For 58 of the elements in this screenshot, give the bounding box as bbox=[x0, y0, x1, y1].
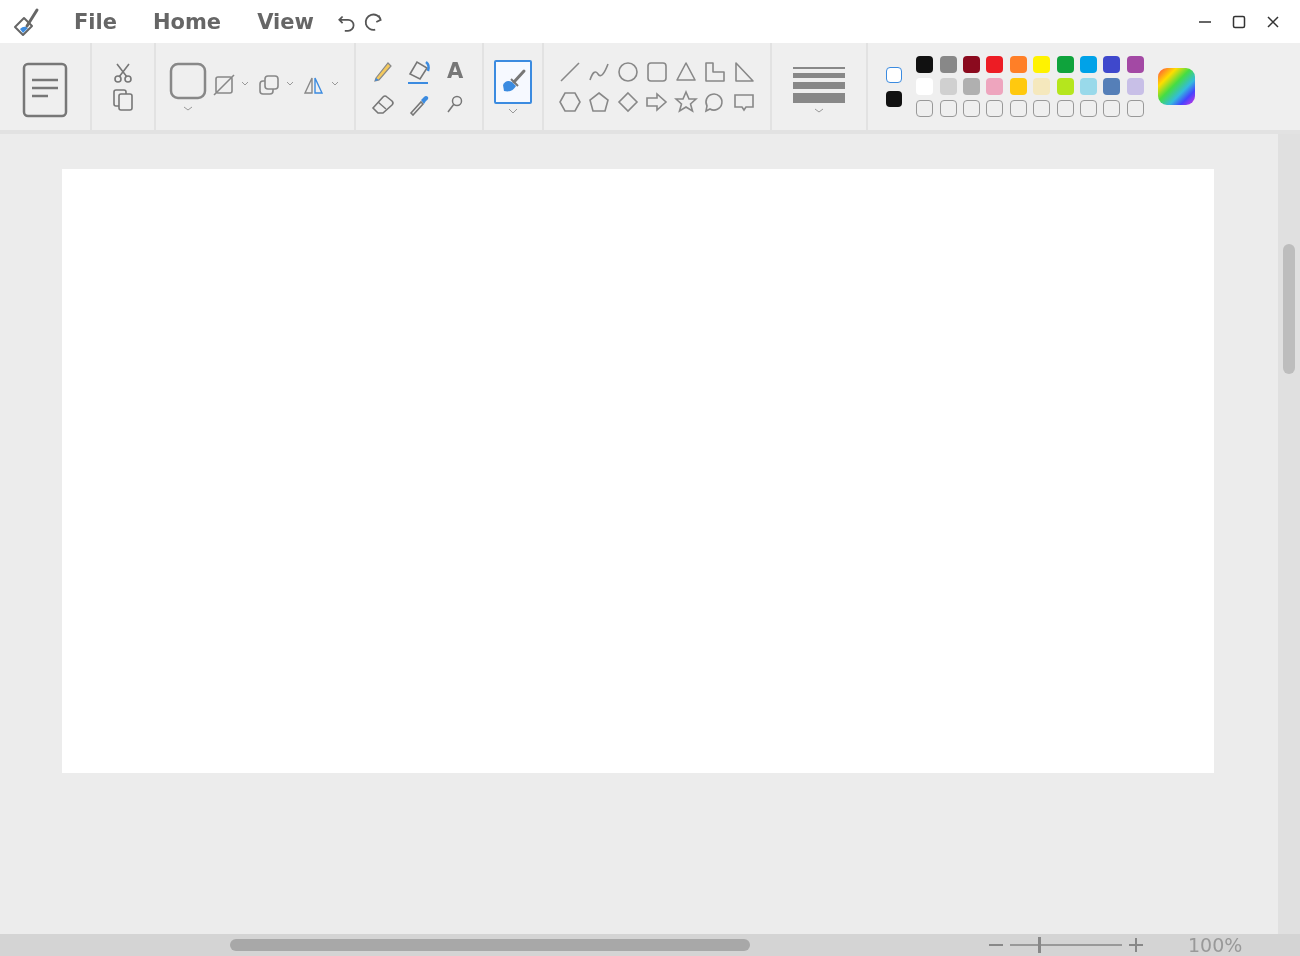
color-swatch[interactable] bbox=[1033, 56, 1051, 73]
caret-icon[interactable] bbox=[508, 107, 519, 114]
custom-color-slot[interactable] bbox=[1009, 100, 1027, 117]
color-swatch[interactable] bbox=[1009, 78, 1027, 95]
text-tool-button[interactable]: A bbox=[447, 58, 464, 83]
color-swatch[interactable] bbox=[916, 56, 934, 73]
star-shape-icon[interactable] bbox=[674, 89, 699, 114]
select-shape-button[interactable] bbox=[168, 60, 208, 113]
color-swatch[interactable] bbox=[1033, 78, 1051, 95]
custom-color-slot[interactable] bbox=[986, 100, 1004, 117]
line-shape-icon[interactable] bbox=[558, 59, 583, 84]
zoom-in-icon[interactable] bbox=[1128, 937, 1144, 953]
hexagon-shape-icon[interactable] bbox=[558, 89, 583, 114]
color-swatch[interactable] bbox=[1079, 56, 1097, 73]
zoom-percentage: 100% bbox=[1188, 934, 1243, 956]
color-swatch[interactable] bbox=[986, 56, 1004, 73]
arrow-shape-icon[interactable] bbox=[645, 89, 670, 114]
color-swatch[interactable] bbox=[939, 56, 957, 73]
custom-color-slot[interactable] bbox=[939, 100, 957, 117]
menu-tab[interactable]: File bbox=[56, 9, 135, 34]
custom-color-slot[interactable] bbox=[1079, 100, 1097, 117]
diamond-shape-icon[interactable] bbox=[616, 89, 641, 114]
copy-icon[interactable] bbox=[112, 87, 134, 112]
rectangle-shape-icon[interactable] bbox=[645, 59, 670, 84]
eraser-icon[interactable] bbox=[370, 92, 397, 115]
right-triangle-shape-icon[interactable] bbox=[732, 59, 757, 84]
menu-tab[interactable]: Home bbox=[135, 9, 240, 34]
l-shape-shape-icon[interactable] bbox=[703, 59, 728, 84]
color-swatch[interactable] bbox=[962, 56, 980, 73]
edit-colors-button[interactable] bbox=[1157, 68, 1195, 105]
custom-color-slot[interactable] bbox=[916, 100, 934, 117]
scissors-icon[interactable] bbox=[112, 61, 134, 84]
custom-color-slot[interactable] bbox=[1103, 100, 1121, 117]
triangle-shape-icon[interactable] bbox=[674, 59, 699, 84]
color-swatch[interactable] bbox=[1103, 56, 1121, 73]
color-swatch[interactable] bbox=[986, 78, 1004, 95]
custom-color-slot[interactable] bbox=[1056, 100, 1074, 117]
menu-tab[interactable]: View bbox=[239, 9, 332, 34]
color-swatch[interactable] bbox=[962, 78, 980, 95]
vertical-scrollbar[interactable] bbox=[1278, 134, 1300, 934]
pentagon-shape-icon[interactable] bbox=[587, 89, 612, 114]
color-swatch[interactable] bbox=[1079, 78, 1097, 95]
maximize-icon[interactable] bbox=[1232, 14, 1246, 29]
color-swatch[interactable] bbox=[1126, 56, 1144, 73]
brushes-button[interactable] bbox=[494, 59, 533, 104]
close-icon[interactable] bbox=[1266, 14, 1280, 29]
custom-color-slot[interactable] bbox=[1126, 100, 1144, 117]
primary-color-swatch[interactable] bbox=[886, 66, 903, 83]
secondary-color-swatch[interactable] bbox=[886, 90, 903, 107]
color-swatch[interactable] bbox=[1103, 78, 1121, 95]
color-swatch[interactable] bbox=[1056, 56, 1074, 73]
color-swatch[interactable] bbox=[1009, 56, 1027, 73]
custom-color-slot[interactable] bbox=[962, 100, 980, 117]
color-swatch[interactable] bbox=[1126, 78, 1144, 95]
color-swatch[interactable] bbox=[939, 78, 957, 95]
color-swatch[interactable] bbox=[1056, 78, 1074, 95]
custom-color-slot[interactable] bbox=[1033, 100, 1051, 117]
oval-shape-icon[interactable] bbox=[616, 59, 641, 84]
